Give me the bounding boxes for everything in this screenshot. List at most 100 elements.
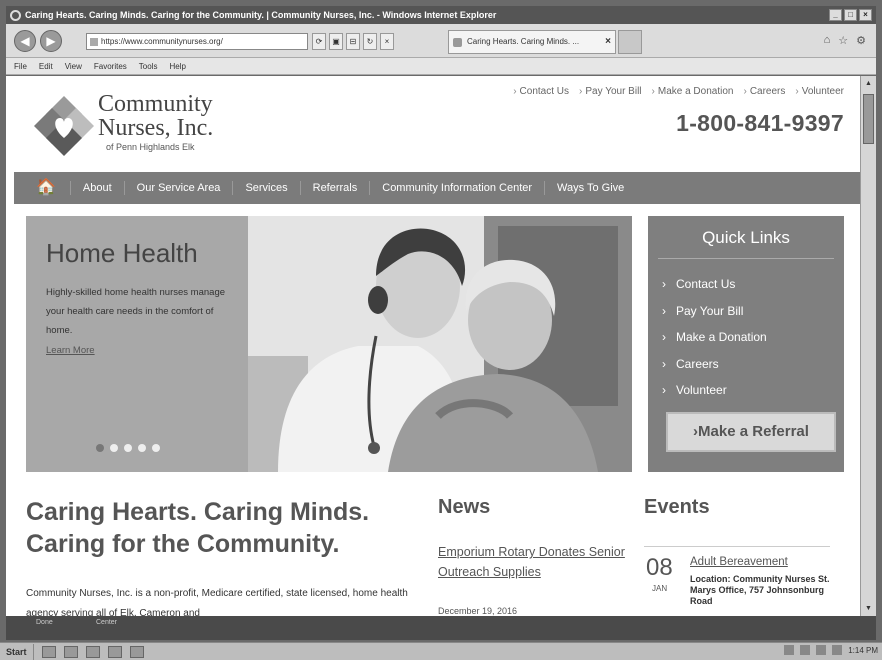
- tab-close-icon[interactable]: ×: [605, 31, 611, 53]
- hero-text-panel: Home Health Highly-skilled home health n…: [26, 216, 248, 472]
- chevron-right-icon: ›: [662, 356, 666, 371]
- menu-tools[interactable]: Tools: [139, 62, 158, 71]
- nav-home-icon[interactable]: 🏠: [14, 180, 71, 196]
- address-bar[interactable]: https://www.communitynurses.org/: [86, 33, 308, 50]
- close-window-button[interactable]: ×: [859, 9, 872, 21]
- back-button[interactable]: ◀: [14, 30, 36, 52]
- slider-dot[interactable]: [138, 444, 146, 452]
- nav-item-services[interactable]: Services: [233, 181, 301, 195]
- menu-favorites[interactable]: Favorites: [94, 62, 127, 71]
- nav-item-community-info[interactable]: Community Information Center: [370, 181, 546, 195]
- quick-links-title: Quick Links: [658, 228, 834, 259]
- nav-item-service-area[interactable]: Our Service Area: [125, 181, 234, 195]
- taskbar-app-icon[interactable]: [129, 645, 144, 658]
- ie-taskbar-icon[interactable]: [107, 645, 122, 658]
- nav-item-referrals[interactable]: Referrals: [301, 181, 371, 195]
- address-buttons: ⟳ ▣ ⊟ ↻ ×: [312, 33, 394, 50]
- scroll-thumb[interactable]: [863, 94, 874, 144]
- news-item-link[interactable]: Emporium Rotary Donates Senior Outreach …: [438, 542, 638, 582]
- new-tab-button[interactable]: [618, 30, 642, 54]
- intro-paragraph: Community Nurses, Inc. is a non-profit, …: [26, 588, 408, 616]
- minimize-button[interactable]: _: [829, 9, 842, 21]
- favorites-star-icon[interactable]: ☆: [838, 34, 848, 47]
- slider-dots: [96, 444, 160, 452]
- main-navigation: 🏠 About Our Service Area Services Referr…: [14, 172, 860, 204]
- event-day: 08: [646, 554, 673, 581]
- browser-tab[interactable]: Caring Hearts. Caring Minds. ... ×: [448, 30, 616, 54]
- chevron-right-icon: ›: [662, 303, 666, 318]
- learn-more-link[interactable]: Learn More: [46, 345, 95, 356]
- quicklaunch-icon[interactable]: [63, 645, 78, 658]
- quick-link-donation[interactable]: › Make a Donation: [648, 324, 844, 351]
- brand-line-3: of Penn Highlands Elk: [106, 142, 195, 152]
- utility-link-label: Contact Us: [519, 86, 570, 97]
- scroll-up-icon[interactable]: ▲: [864, 79, 873, 88]
- menu-file[interactable]: File: [14, 62, 27, 71]
- compat-view-button[interactable]: ▣: [329, 33, 343, 50]
- quick-links-panel: Quick Links › Contact Us › Pay Your Bill ›…: [648, 216, 844, 472]
- quick-link-label: Contact Us: [676, 277, 736, 291]
- tray-icon[interactable]: [784, 645, 795, 655]
- hero-description: Highly-skilled home health nurses manage…: [46, 287, 226, 336]
- make-a-referral-button[interactable]: ›Make a Referral: [666, 412, 836, 452]
- quick-link-volunteer[interactable]: › Volunteer: [648, 377, 844, 404]
- utility-link-volunteer[interactable]: › Volunteer: [795, 86, 844, 97]
- tray-icon[interactable]: [816, 645, 827, 655]
- start-button[interactable]: Start: [0, 643, 34, 660]
- utility-link-careers[interactable]: › Careers: [743, 86, 785, 97]
- status-bar: Done Center: [6, 616, 876, 640]
- nav-item-ways-to-give[interactable]: Ways To Give: [545, 181, 636, 195]
- slider-dot[interactable]: [152, 444, 160, 452]
- quick-link-label: Make a Donation: [676, 330, 767, 344]
- quick-link-contact[interactable]: › Contact Us: [648, 271, 844, 298]
- event-month: JAN: [652, 584, 668, 593]
- home-icon[interactable]: ⌂: [824, 34, 831, 47]
- address-url: https://www.communitynurses.org/: [101, 37, 223, 46]
- slider-dot[interactable]: [124, 444, 132, 452]
- maximize-button[interactable]: □: [844, 9, 857, 21]
- brand-name[interactable]: Community Nurses, Inc. of Penn Highlands…: [98, 92, 213, 152]
- quick-link-pay[interactable]: › Pay Your Bill: [648, 298, 844, 325]
- chevron-right-icon: ›: [651, 86, 655, 97]
- menu-help[interactable]: Help: [169, 62, 185, 71]
- clock[interactable]: 1:14 PM: [848, 646, 878, 655]
- make-a-referral-label: Make a Referral: [698, 423, 809, 440]
- quicklaunch-icon[interactable]: [41, 645, 56, 658]
- status-zoom[interactable]: Center: [96, 619, 117, 626]
- event-detail: Location: Community Nurses St. Marys Off…: [690, 574, 830, 606]
- browser-right-icons: ⌂ ☆ ⚙: [824, 34, 866, 47]
- slider-dot[interactable]: [96, 444, 104, 452]
- news-item-date: December 19, 2016: [438, 606, 518, 616]
- utility-link-donation[interactable]: › Make a Donation: [652, 86, 734, 97]
- hero-photo-illustration: [248, 216, 632, 472]
- news-heading: News: [438, 496, 491, 518]
- phone-number[interactable]: 1-800-841-9397: [676, 110, 844, 137]
- clear-button[interactable]: ×: [380, 33, 394, 50]
- slider-dot[interactable]: [110, 444, 118, 452]
- nav-item-about[interactable]: About: [71, 181, 125, 195]
- utility-link-contact[interactable]: › Contact Us: [513, 86, 569, 97]
- scroll-down-icon[interactable]: ▼: [864, 604, 873, 613]
- stop-button[interactable]: ⊟: [346, 33, 360, 50]
- forward-button[interactable]: ▶: [40, 30, 62, 52]
- menu-edit[interactable]: Edit: [39, 62, 53, 71]
- quick-link-careers[interactable]: › Careers: [648, 351, 844, 378]
- quicklaunch-icon[interactable]: [85, 645, 100, 658]
- chevron-right-icon: ›: [743, 86, 747, 97]
- tools-gear-icon[interactable]: ⚙: [856, 34, 866, 47]
- page-favicon-icon: [90, 38, 98, 46]
- window-titlebar: Caring Hearts. Caring Minds. Caring for …: [6, 6, 876, 24]
- events-heading: Events: [644, 496, 710, 518]
- utility-link-pay[interactable]: › Pay Your Bill: [579, 86, 642, 97]
- utility-link-label: Volunteer: [801, 86, 844, 97]
- quick-link-label: Careers: [676, 356, 719, 371]
- community-nurses-logo-icon[interactable]: [32, 94, 96, 158]
- volume-icon[interactable]: [832, 645, 843, 655]
- event-title-link[interactable]: Adult Bereavement: [690, 556, 788, 568]
- quick-link-label: Pay Your Bill: [676, 303, 744, 318]
- tray-icon[interactable]: [800, 645, 811, 655]
- menu-view[interactable]: View: [65, 62, 82, 71]
- refresh-button[interactable]: ⟳: [312, 33, 326, 50]
- page-scrollbar[interactable]: ▲ ▼: [860, 76, 876, 616]
- reload-button[interactable]: ↻: [363, 33, 377, 50]
